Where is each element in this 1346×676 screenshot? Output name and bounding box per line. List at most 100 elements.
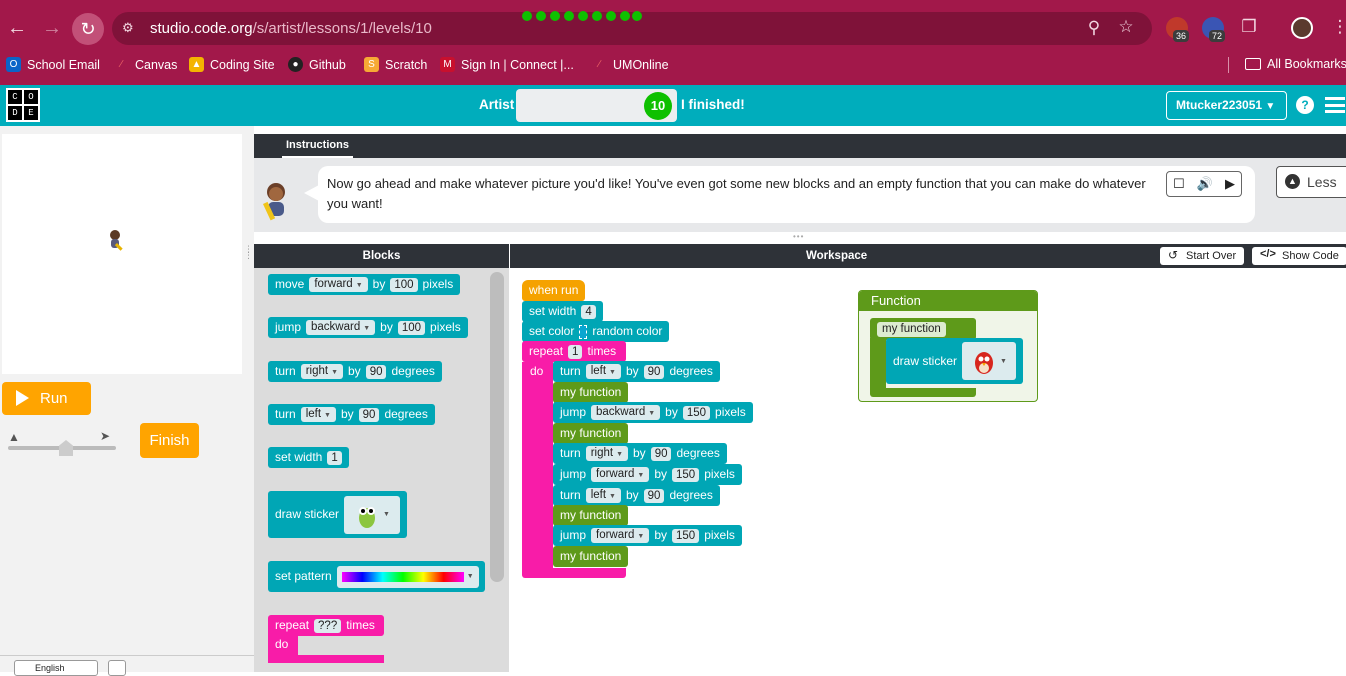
draw-sticker-block[interactable]: draw sticker ▼ [268,491,408,538]
direction-dropdown[interactable]: forward ▼ [591,467,650,482]
tab-instructions[interactable]: Instructions [282,135,353,158]
jump-backward-block[interactable]: jump backward ▼ by 100 pixels [268,317,468,338]
jump-backward-block[interactable]: jump backward ▼ by 150 pixels [553,402,753,423]
copyright-button[interactable] [108,660,126,676]
level-dot[interactable] [550,11,560,21]
number-field[interactable]: 90 [650,446,672,461]
set-width-block[interactable]: set width 1 [268,447,349,468]
direction-dropdown[interactable]: left ▼ [585,488,621,503]
sticker-dropdown[interactable]: ▼ [344,495,401,534]
mute-icon[interactable]: ☐ [1173,176,1185,192]
back-arrow-icon[interactable]: ← [2,13,32,43]
level-dot[interactable] [620,11,630,21]
move-forward-block[interactable]: move forward ▼ by 100 pixels [268,274,461,295]
direction-dropdown[interactable]: left ▼ [300,407,336,422]
extensions-puzzle-icon[interactable]: ❐ [1237,17,1261,37]
number-field[interactable]: ??? [314,618,342,633]
set-pattern-block[interactable]: set pattern ▼ [268,561,485,592]
all-bookmarks[interactable]: All Bookmarks [1245,57,1346,71]
level-dot[interactable] [632,11,642,21]
bookmark-school-email[interactable]: O School Email [6,57,100,72]
direction-dropdown[interactable]: right ▼ [585,446,628,461]
function-name-field[interactable]: my function [877,321,946,337]
forward-arrow-icon[interactable]: → [37,13,67,43]
direction-dropdown[interactable]: forward ▼ [309,277,368,292]
level-dot[interactable] [606,11,616,21]
toolbox-scrollbar[interactable] [490,272,504,582]
my-function-call-block[interactable]: my function [553,505,629,526]
direction-dropdown[interactable]: left ▼ [585,364,621,379]
site-info-icon[interactable]: ⚙ [122,20,134,36]
bookmark-scratch[interactable]: S Scratch [364,57,427,72]
number-field[interactable]: 1 [327,450,342,465]
turn-left-block[interactable]: turn left ▼ by 90 degrees [553,485,720,506]
help-icon[interactable]: ? [1296,96,1314,114]
level-dot[interactable] [564,11,574,21]
number-field[interactable]: 90 [643,488,665,503]
star-icon[interactable]: ☆ [1114,17,1138,37]
finish-button[interactable]: Finish [140,423,199,458]
audio-controls[interactable]: ☐ 🔊 ▶ [1166,171,1242,197]
jump-forward-block[interactable]: jump forward ▼ by 150 pixels [553,464,742,485]
direction-dropdown[interactable]: right ▼ [300,364,343,379]
my-function-call-block[interactable]: my function [553,546,629,567]
turn-left-block[interactable]: turn left ▼ by 90 degrees [268,404,435,425]
bookmark-coding-site[interactable]: ▲ Coding Site [189,57,275,72]
level-dot[interactable] [592,11,602,21]
reload-icon[interactable]: ↻ [72,13,104,45]
number-field[interactable]: 150 [682,405,711,420]
code-org-logo[interactable]: C O D E [6,88,40,122]
hamburger-menu-icon[interactable] [1325,97,1345,113]
pattern-dropdown[interactable]: ▼ [336,565,479,588]
zoom-icon[interactable]: ⚲ [1082,18,1106,38]
block-label: set color [529,324,575,338]
level-dot[interactable] [536,11,546,21]
direction-dropdown[interactable]: backward ▼ [591,405,661,420]
number-field[interactable]: 90 [358,407,380,422]
menu-kebab-icon[interactable]: ⋮ [1328,17,1346,37]
when-run-block[interactable]: when run [522,280,586,301]
set-color-block[interactable]: set color random color [522,321,670,342]
bookmark-canvas[interactable]: ∕ Canvas [114,57,178,72]
block-label: turn [275,364,296,378]
resize-handle[interactable]: ••• [793,233,811,241]
repeat-block[interactable]: repeat 1 times [522,341,626,362]
my-function-call-block[interactable]: my function [553,382,629,403]
logo-letter: E [24,106,38,120]
turn-right-block[interactable]: turn right ▼ by 90 degrees [268,361,442,382]
direction-dropdown[interactable]: backward ▼ [306,320,376,335]
number-field[interactable]: 150 [672,528,700,543]
number-field[interactable]: 4 [581,304,596,319]
jump-forward-block[interactable]: jump forward ▼ by 150 pixels [553,525,742,546]
profile-avatar[interactable] [1291,17,1313,39]
level-dot[interactable] [522,11,532,21]
number-field[interactable]: 100 [397,320,426,335]
turn-right-block[interactable]: turn right ▼ by 90 degrees [553,443,727,464]
turn-left-block[interactable]: turn left ▼ by 90 degrees [553,361,720,382]
level-dot[interactable] [578,11,588,21]
my-function-call-block[interactable]: my function [553,423,629,444]
function-definition-bottom [870,388,976,397]
block-label: jump [560,467,587,481]
direction-dropdown[interactable]: forward ▼ [591,528,650,543]
resize-handle[interactable]: ⋮ ⋮ [244,245,253,264]
draw-sticker-block[interactable]: draw sticker ▼ [886,338,1023,384]
number-field[interactable]: 90 [365,364,387,379]
number-field[interactable]: 1 [568,344,583,359]
user-menu[interactable]: Mtucker223051 ▼ [1166,91,1287,120]
play-audio-icon[interactable]: ▶ [1225,176,1235,192]
sticker-dropdown[interactable]: ▼ [962,342,1016,380]
url-text[interactable]: studio.code.org/s/artist/lessons/1/level… [150,20,432,37]
number-field[interactable]: 150 [672,467,700,482]
bookmark-sign-in[interactable]: M Sign In | Connect |... [440,57,574,72]
bookmark-umonline[interactable]: ∕ UMOnline [592,57,669,72]
set-width-block[interactable]: set width 4 [522,301,603,322]
current-level-badge[interactable]: 10 [644,92,672,120]
bookmark-github[interactable]: ● Github [288,57,346,72]
number-field[interactable]: 100 [390,277,418,292]
language-select[interactable]: English [14,660,98,676]
number-field[interactable]: 90 [643,364,665,379]
function-definition-block[interactable]: my function [870,318,976,340]
volume-icon[interactable]: 🔊 [1197,176,1213,192]
color-swatch[interactable] [579,324,588,339]
